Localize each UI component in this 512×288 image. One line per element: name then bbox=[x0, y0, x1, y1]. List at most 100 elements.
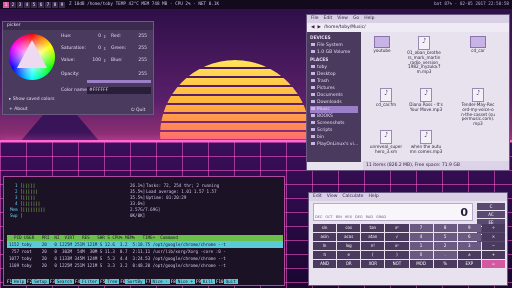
file-item[interactable]: Diana Ross - It's Your Move.mp3 bbox=[409, 88, 443, 113]
process-row[interactable]: 1109 toby 20 0 1225M 251M 121M S 3.3 3.2… bbox=[7, 262, 283, 269]
menu-edit[interactable]: Edit bbox=[324, 16, 333, 22]
workspace-6[interactable]: 6 bbox=[38, 1, 44, 8]
calc-key[interactable]: 2 bbox=[433, 242, 457, 250]
opacity-slider[interactable] bbox=[87, 80, 151, 83]
calc-key[interactable]: × bbox=[481, 233, 505, 241]
process-row[interactable]: 757 root 20 0 302M 54M 30M S 11.3 0.7 2:… bbox=[7, 248, 283, 255]
opacity-field[interactable]: 255 bbox=[133, 72, 147, 77]
calc-key[interactable]: 8 bbox=[433, 224, 457, 232]
calc-key[interactable]: ) bbox=[385, 251, 409, 259]
saturation-spinner-icon[interactable]: ⇕ bbox=[103, 46, 106, 51]
sidebar-place-item[interactable]: Screenshots bbox=[310, 120, 358, 127]
sidebar-device-item[interactable]: 1.0 GB Volume bbox=[310, 49, 358, 56]
red-field[interactable]: 255 bbox=[133, 34, 147, 39]
file-item[interactable]: when the autumn comes.mp3 bbox=[409, 130, 443, 155]
base-hex[interactable]: HEX bbox=[345, 215, 352, 219]
calc-key[interactable]: 0 bbox=[409, 251, 433, 259]
sidebar-place-item[interactable]: Desktop bbox=[310, 71, 358, 78]
calc-key[interactable]: 1 bbox=[409, 242, 433, 250]
calc-key[interactable]: asin bbox=[313, 233, 337, 241]
calc-key[interactable]: % bbox=[433, 260, 457, 268]
calc-key[interactable]: XOR bbox=[361, 260, 385, 268]
sidebar-place-item[interactable]: Documents bbox=[310, 92, 358, 99]
file-item[interactable]: 01_oban_brothers_mark_martin_radio_versi… bbox=[407, 36, 441, 75]
menu-edit[interactable]: Edit bbox=[313, 194, 322, 200]
calc-key[interactable]: ± bbox=[457, 251, 481, 259]
base-deg[interactable]: DEG bbox=[355, 215, 363, 219]
base-grad[interactable]: GRAD bbox=[376, 215, 386, 219]
sidebar-place-item[interactable]: PlayOnLinux's vi... bbox=[310, 141, 358, 148]
menu-help[interactable]: Help bbox=[364, 16, 374, 22]
file-item[interactable]: youtube bbox=[365, 36, 399, 54]
calc-key[interactable]: log bbox=[337, 242, 361, 250]
calc-key[interactable]: acos bbox=[337, 233, 361, 241]
process-row[interactable]: 1077 toby 20 0 1133M 345M 124M S 5.3 4.4… bbox=[7, 255, 283, 262]
calc-key[interactable]: tan bbox=[361, 224, 385, 232]
calc-key[interactable]: 5 bbox=[433, 233, 457, 241]
calc-key[interactable]: 4 bbox=[409, 233, 433, 241]
calc-key[interactable]: MOD bbox=[409, 260, 433, 268]
calc-key[interactable]: OR bbox=[337, 260, 361, 268]
calc-key[interactable]: π bbox=[313, 251, 337, 259]
menu-help[interactable]: Help bbox=[368, 194, 378, 200]
side-button[interactable]: AC bbox=[477, 211, 505, 218]
calc-key[interactable]: e bbox=[337, 251, 361, 259]
calc-key[interactable]: √ bbox=[385, 233, 409, 241]
base-rad[interactable]: RAD bbox=[366, 215, 373, 219]
sidebar-place-item[interactable]: Scripts bbox=[310, 127, 358, 134]
calc-key[interactable]: 3 bbox=[457, 242, 481, 250]
calc-key[interactable]: = bbox=[481, 260, 505, 268]
calc-key[interactable]: ÷ bbox=[481, 224, 505, 232]
base-bin[interactable]: BIN bbox=[336, 215, 342, 219]
calc-key[interactable]: xʸ bbox=[385, 242, 409, 250]
calc-key[interactable]: ( bbox=[361, 251, 385, 259]
green-field[interactable]: 255 bbox=[133, 46, 147, 51]
calc-key[interactable]: n! bbox=[361, 242, 385, 250]
file-item[interactable]: cd_car.fm bbox=[369, 88, 403, 108]
hue-spinner-icon[interactable]: ⇕ bbox=[103, 34, 106, 39]
sidebar-place-item[interactable]: Trash bbox=[310, 78, 358, 85]
sidebar-place-item[interactable]: toby bbox=[310, 64, 358, 71]
calc-key[interactable]: 6 bbox=[457, 233, 481, 241]
color-name-field[interactable]: #FFFFFF bbox=[87, 87, 151, 94]
calc-key[interactable]: + bbox=[481, 251, 505, 259]
sidebar-device-item[interactable]: File System bbox=[310, 42, 358, 49]
value-spinner-icon[interactable]: ⇕ bbox=[103, 58, 106, 63]
workspace-5[interactable]: 5 bbox=[31, 1, 37, 8]
calc-key[interactable]: cos bbox=[337, 224, 361, 232]
side-button[interactable]: C bbox=[477, 203, 505, 210]
menu-go[interactable]: Go bbox=[353, 16, 359, 22]
workspace-1[interactable]: 1 bbox=[3, 1, 9, 8]
sidebar-place-item[interactable]: Music bbox=[310, 106, 358, 113]
workspace-7[interactable]: 7 bbox=[45, 1, 51, 8]
workspace-8[interactable]: 8 bbox=[52, 1, 58, 8]
menu-calculate[interactable]: Calculate bbox=[342, 194, 363, 200]
function-key[interactable]: F7 bbox=[145, 279, 151, 284]
sidebar-place-item[interactable]: Pictures bbox=[310, 85, 358, 92]
sidebar-place-item[interactable]: bin bbox=[310, 134, 358, 141]
workspace-2[interactable]: 2 bbox=[10, 1, 16, 8]
calc-key[interactable]: 9 bbox=[457, 224, 481, 232]
menu-view[interactable]: View bbox=[327, 194, 338, 200]
calc-key[interactable]: AND bbox=[313, 260, 337, 268]
file-item[interactable]: Tender-May-Record-my-voice-on-the-casset… bbox=[461, 88, 495, 127]
sidebar-place-item[interactable]: BOOKS bbox=[310, 113, 358, 120]
blue-field[interactable]: 255 bbox=[133, 58, 147, 63]
calc-key[interactable]: 7 bbox=[409, 224, 433, 232]
process-row[interactable]: 1152 toby 20 0 1225M 251M 121M S 12.6 3.… bbox=[7, 241, 283, 248]
about-button[interactable]: + About bbox=[9, 107, 28, 112]
calc-key[interactable]: NOT bbox=[385, 260, 409, 268]
base-dec[interactable]: DEC bbox=[315, 215, 322, 219]
function-key[interactable]: F8 bbox=[170, 279, 176, 284]
menu-view[interactable]: View bbox=[337, 16, 348, 22]
base-oct[interactable]: OCT bbox=[325, 215, 332, 219]
file-item[interactable]: cd_car bbox=[461, 36, 495, 54]
workspace-switcher[interactable]: 123456789 bbox=[3, 1, 66, 8]
path-field[interactable]: /home/toby/Music/ bbox=[324, 25, 366, 30]
function-key[interactable]: F10 bbox=[216, 279, 224, 284]
calc-key[interactable]: − bbox=[481, 242, 505, 250]
forward-icon[interactable]: ▶ bbox=[317, 25, 320, 30]
sidebar-place-item[interactable]: Downloads bbox=[310, 99, 358, 106]
calc-key[interactable]: . bbox=[433, 251, 457, 259]
file-item[interactable]: unreveal_superhero_3.xm bbox=[369, 130, 403, 155]
